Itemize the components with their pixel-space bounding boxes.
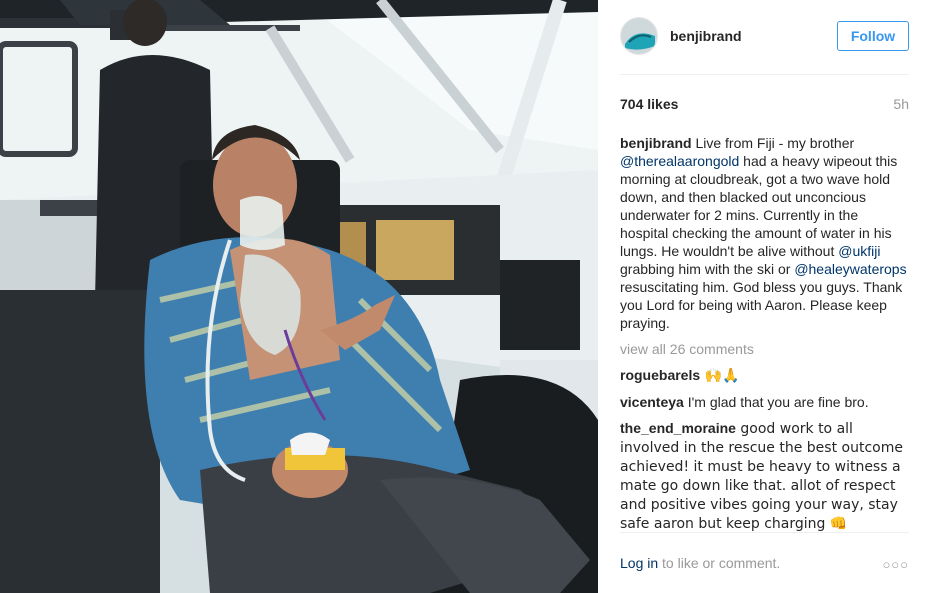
caption-username[interactable]: benjibrand bbox=[620, 135, 692, 151]
post-header: benjibrand Follow bbox=[620, 14, 909, 58]
likes-row: 704 likes 5h bbox=[620, 96, 909, 116]
mention-link[interactable]: @therealaarongold bbox=[620, 153, 739, 169]
login-prompt-text: to like or comment. bbox=[658, 555, 781, 571]
photo-illustration bbox=[0, 0, 598, 593]
comment-text: 🙌🙏 bbox=[700, 368, 740, 384]
avatar-image bbox=[621, 18, 657, 54]
post-photo[interactable] bbox=[0, 0, 598, 593]
header-divider bbox=[620, 74, 909, 75]
comment-item: vicenteya I'm glad that you are fine bro… bbox=[620, 393, 909, 411]
footer-divider bbox=[620, 532, 909, 533]
comment-username[interactable]: the_end_moraine bbox=[620, 420, 736, 436]
mention-link[interactable]: @ukfiji bbox=[838, 243, 880, 259]
comments-section: benjibrand Live from Fiji - my brother @… bbox=[620, 134, 909, 541]
post-side-panel: benjibrand Follow 704 likes 5h benjibran… bbox=[598, 0, 929, 593]
header-username[interactable]: benjibrand bbox=[670, 28, 742, 44]
caption-text: grabbing him with the ski or bbox=[620, 261, 795, 277]
follow-button[interactable]: Follow bbox=[837, 21, 909, 51]
ellipsis-icon[interactable]: ○○○ bbox=[882, 557, 909, 572]
caption-text: resuscitating him. God bless you guys. T… bbox=[620, 279, 903, 331]
post-footer: Log in to like or comment. ○○○ bbox=[620, 555, 909, 575]
caption-text: Live from Fiji - my brother bbox=[691, 135, 855, 151]
comment-username[interactable]: vicenteya bbox=[620, 394, 684, 410]
view-all-comments-link[interactable]: view all 26 comments bbox=[620, 340, 909, 358]
caption: benjibrand Live from Fiji - my brother @… bbox=[620, 134, 909, 332]
likes-count[interactable]: 704 likes bbox=[620, 96, 678, 112]
comment-text: good work to all involved in the rescue … bbox=[620, 421, 903, 532]
comment-username[interactable]: roguebarels bbox=[620, 367, 700, 383]
mention-link[interactable]: @healeywaterops bbox=[794, 261, 906, 277]
login-link[interactable]: Log in bbox=[620, 555, 658, 571]
comment-item: roguebarels 🙌🙏 bbox=[620, 366, 909, 385]
avatar[interactable] bbox=[620, 17, 658, 55]
post-time[interactable]: 5h bbox=[893, 96, 909, 112]
comment-item: the_end_moraine good work to all involve… bbox=[620, 419, 909, 533]
comment-text: I'm glad that you are fine bro. bbox=[683, 394, 869, 410]
